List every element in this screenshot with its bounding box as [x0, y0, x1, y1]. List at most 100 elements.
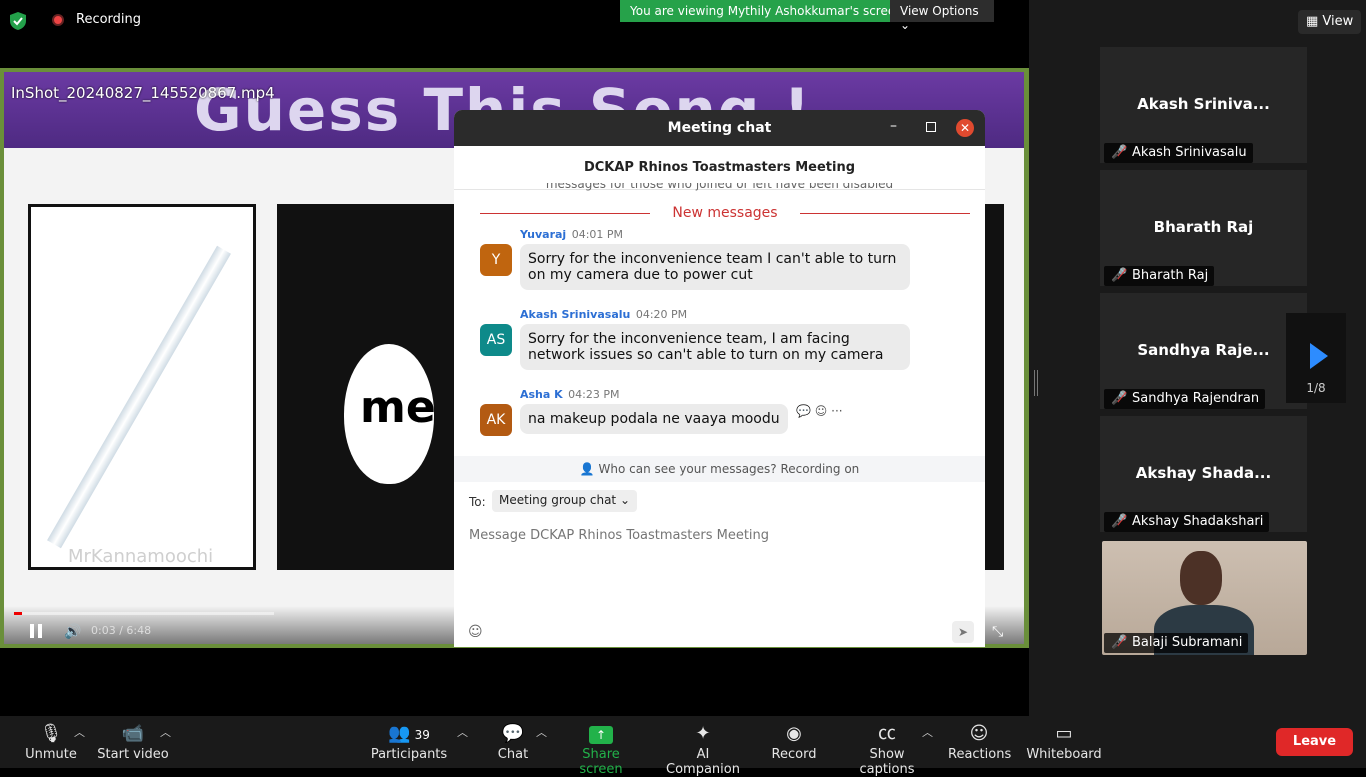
participant-name-label: 🎤̸ Akshay Shadakshari: [1104, 512, 1270, 532]
avatar[interactable]: AK: [480, 404, 512, 436]
shield-icon[interactable]: [10, 12, 26, 30]
chat-meeting-name: DCKAP Rhinos Toastmasters Meeting: [583, 160, 856, 175]
reply-icon[interactable]: 💬: [796, 404, 811, 418]
participants-options-caret[interactable]: ︿: [457, 724, 468, 740]
mic-muted-icon: 🎤̸: [1111, 268, 1128, 283]
message-sender[interactable]: Yuvaraj: [520, 228, 566, 241]
participant-video-tile[interactable]: 🎤̸ Balaji Subramani: [1102, 541, 1307, 655]
volume-icon[interactable]: 🔊: [64, 624, 81, 640]
message-meta: Asha K 04:23 PM: [520, 388, 620, 401]
mic-muted-icon: 🎤̸: [1111, 391, 1128, 406]
pause-icon[interactable]: [30, 624, 42, 638]
video-options-caret[interactable]: ︿: [160, 724, 171, 740]
close-icon[interactable]: ✕: [956, 119, 974, 137]
me-logo-text: me: [360, 382, 436, 433]
leave-button[interactable]: Leave: [1276, 728, 1353, 756]
emoji-icon[interactable]: ☺: [468, 624, 483, 640]
new-messages-label: New messages: [672, 205, 778, 221]
message-time: 04:23 PM: [568, 388, 620, 401]
participants-button[interactable]: 👥 39 Participants: [370, 716, 448, 768]
participant-tile[interactable]: Akshay Shada... 🎤̸ Akshay Shadakshari: [1100, 416, 1307, 532]
audio-options-caret[interactable]: ︿: [74, 724, 85, 740]
message-time: 04:20 PM: [635, 308, 688, 321]
recipient-select[interactable]: Meeting group chat ⌄: [492, 490, 638, 512]
mic-muted-icon: 🎙: [39, 723, 63, 744]
view-button[interactable]: ▦ View: [1298, 10, 1362, 34]
video-time: 0:03 / 6:48: [91, 624, 152, 637]
unmute-button[interactable]: 🎙 Unmute: [20, 716, 82, 768]
chat-options-caret[interactable]: ︿: [536, 724, 547, 740]
message-input[interactable]: [469, 525, 969, 545]
new-messages-divider: [800, 213, 970, 214]
meeting-chat-window: Meeting chat – ✕ DCKAP Rhinos Toastmaste…: [454, 110, 985, 647]
participant-tile[interactable]: Bharath Raj 🎤̸ Bharath Raj: [1100, 170, 1307, 286]
chat-icon: 💬: [501, 723, 525, 744]
add-reaction-icon[interactable]: ☺: [815, 404, 828, 418]
share-screen-icon: ↑: [560, 722, 642, 746]
participant-tile[interactable]: Sandhya Raje... 🎤̸ Sandhya Rajendran: [1100, 293, 1307, 409]
participant-name-label: 🎤̸ Bharath Raj: [1104, 266, 1215, 286]
chevron-down-icon: ⌄: [619, 493, 631, 507]
new-messages-divider: [480, 213, 650, 214]
start-video-button[interactable]: 📹 Start video: [96, 716, 170, 768]
participant-video: [1180, 551, 1222, 605]
participants-label: Participants: [370, 747, 448, 762]
avatar[interactable]: Y: [480, 244, 512, 276]
video-watermark: MrKannamoochi: [68, 546, 214, 567]
resize-handle[interactable]: [1034, 370, 1038, 396]
maximize-icon[interactable]: [926, 122, 936, 132]
participant-name-label: 🎤̸ Akash Srinivasalu: [1104, 143, 1253, 163]
more-icon[interactable]: ···: [831, 404, 842, 418]
reactions-button[interactable]: ☺ Reactions: [948, 716, 1011, 768]
to-label: To:: [469, 495, 486, 509]
minimize-icon[interactable]: –: [890, 118, 897, 134]
chat-titlebar[interactable]: Meeting chat – ✕: [454, 110, 985, 146]
show-captions-button[interactable]: ㏄ Show captions: [840, 716, 934, 777]
privacy-text: Who can see your messages? Recording on: [598, 462, 860, 476]
mic-muted-icon: 🎤̸: [1111, 635, 1128, 650]
message-bubble[interactable]: Sorry for the inconvenience team, I am f…: [520, 324, 910, 370]
show-captions-label: Show captions: [859, 747, 915, 777]
send-icon[interactable]: ➤: [952, 621, 974, 643]
grid-icon: ▦: [1306, 14, 1323, 29]
recording-label[interactable]: Recording: [76, 12, 141, 27]
recipient-value: Meeting group chat: [499, 493, 617, 507]
participant-display-name: Akash Sriniva...: [1137, 95, 1270, 113]
participant-name-label: 🎤̸ Sandhya Rajendran: [1104, 389, 1266, 409]
privacy-notice[interactable]: 👤 Who can see your messages? Recording o…: [454, 456, 985, 482]
video-progress-bar[interactable]: [14, 612, 274, 615]
people-icon: 👤: [579, 462, 595, 476]
captions-options-caret[interactable]: ︿: [922, 724, 933, 740]
view-options-button[interactable]: View Options ⌄: [890, 0, 994, 32]
ai-companion-button[interactable]: ✦ AI Companion: [658, 716, 748, 777]
participants-icon: 👥 39: [388, 723, 430, 744]
page-indicator: 1/8: [1306, 381, 1326, 395]
participant-full-name: Bharath Raj: [1132, 268, 1209, 283]
chevron-down-icon: ⌄: [900, 18, 911, 32]
hidden-messages-note: messages for those who joined or left ha…: [545, 183, 894, 191]
reactions-icon: ☺: [969, 723, 989, 744]
next-page-button[interactable]: 1/8: [1286, 313, 1346, 403]
unmute-label: Unmute: [25, 747, 77, 762]
message-bubble[interactable]: Sorry for the inconvenience team I can't…: [520, 244, 910, 290]
share-screen-button[interactable]: ↑ Share screen: [560, 716, 642, 777]
message-actions: 💬 ☺ ···: [796, 404, 843, 418]
participant-full-name: Balaji Subramani: [1132, 635, 1243, 650]
start-video-label: Start video: [97, 747, 169, 762]
record-button[interactable]: ◉ Record: [768, 716, 820, 768]
participant-full-name: Sandhya Rajendran: [1132, 391, 1260, 406]
sparkle-icon: ✦: [695, 723, 711, 744]
exit-fullscreen-icon[interactable]: ⤡: [992, 624, 1003, 640]
whiteboard-button[interactable]: ▭ Whiteboard: [1026, 716, 1102, 768]
participant-tile[interactable]: Akash Sriniva... 🎤̸ Akash Srinivasalu: [1100, 47, 1307, 163]
participant-display-name: Akshay Shada...: [1135, 464, 1272, 482]
message-bubble[interactable]: na makeup podala ne vaaya moodu: [520, 404, 788, 434]
message-sender[interactable]: Asha K: [520, 388, 563, 401]
view-button-label: View: [1322, 14, 1354, 29]
message-meta: Yuvaraj 04:01 PM: [520, 228, 623, 241]
message-sender[interactable]: Akash Srinivasalu: [520, 308, 630, 321]
avatar[interactable]: AS: [480, 324, 512, 356]
chat-button[interactable]: 💬 Chat: [490, 716, 536, 768]
participant-name-label: 🎤̸ Balaji Subramani: [1104, 633, 1249, 653]
view-options-label: View Options: [900, 4, 979, 18]
